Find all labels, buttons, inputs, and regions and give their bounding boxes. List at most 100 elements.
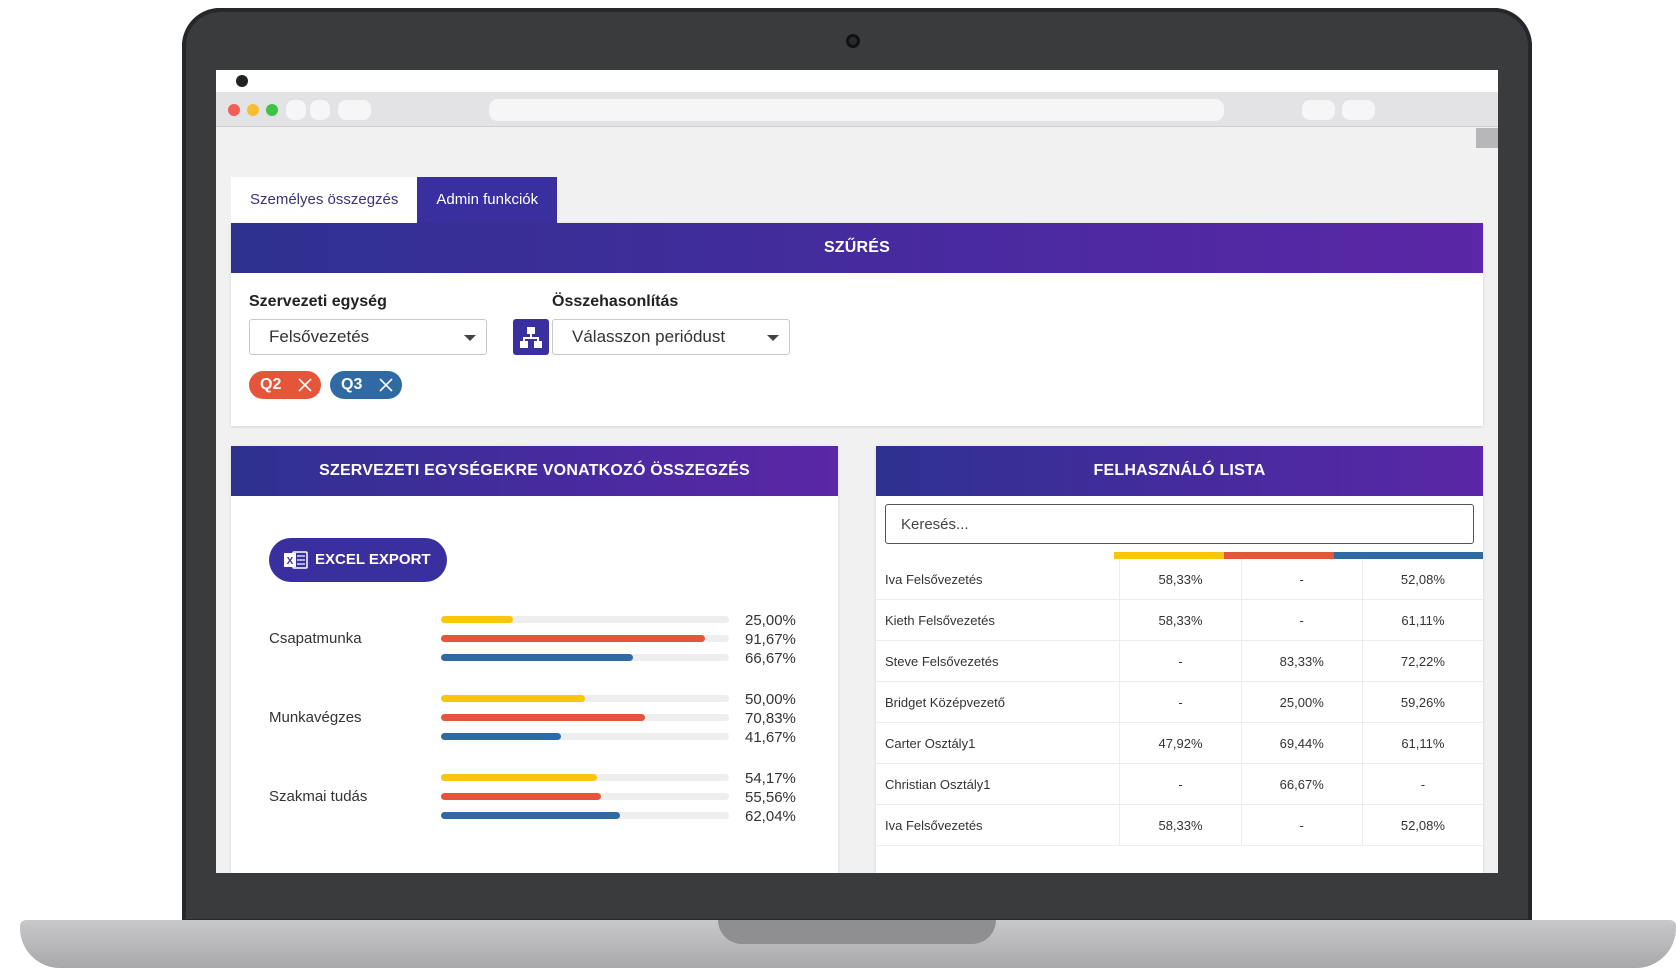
- window-minimize-button[interactable]: [247, 104, 259, 116]
- cell-value: -: [1240, 559, 1363, 600]
- close-icon[interactable]: [378, 377, 394, 393]
- cell-value: 58,33%: [1119, 599, 1242, 641]
- cell-value: -: [1119, 640, 1242, 682]
- table-row[interactable]: Carter Osztály1 47,92% 69,44% 61,11%: [876, 722, 1483, 764]
- window-close-button[interactable]: [228, 104, 240, 116]
- metric-value: 66,67%: [745, 650, 796, 667]
- cell-value: 72,22%: [1361, 640, 1483, 682]
- metric-label: Szakmai tudás: [269, 788, 368, 805]
- cell-value: 59,26%: [1361, 681, 1483, 723]
- cell-value: 66,67%: [1240, 763, 1363, 805]
- org-unit-value: Felsővezetés: [269, 327, 370, 346]
- metric-bar: [441, 793, 729, 800]
- search-input[interactable]: [885, 504, 1474, 544]
- column-color-stripe: [1114, 552, 1224, 559]
- user-name: Iva Felsővezetés: [876, 804, 1120, 846]
- user-list-title: FELHASZNÁLÓ LISTA: [876, 446, 1483, 496]
- period-select-placeholder: Válasszon periódust: [572, 327, 726, 346]
- cell-value: 52,08%: [1361, 804, 1483, 846]
- metric-value: 55,56%: [745, 789, 796, 806]
- forward-button[interactable]: [310, 100, 330, 120]
- os-status-dot: [236, 75, 248, 87]
- column-color-stripe: [1224, 552, 1334, 559]
- metric-bar-fill: [441, 654, 633, 661]
- tab-personal-summary[interactable]: Személyes összegzés: [231, 177, 418, 223]
- user-list-panel: FELHASZNÁLÓ LISTA Iva Felsővezetés 58,33…: [876, 446, 1483, 873]
- screen: Személyes összegzés Admin funkciók SZŰRÉ…: [216, 70, 1498, 873]
- chevron-down-icon: [464, 335, 476, 341]
- cell-value: -: [1240, 599, 1363, 641]
- cell-value: 61,11%: [1361, 722, 1483, 764]
- new-tab-button[interactable]: [1342, 100, 1375, 120]
- metric-bar: [441, 635, 729, 642]
- metric-bar: [441, 654, 729, 661]
- user-table: Iva Felsővezetés 58,33% - 52,08% Kieth F…: [876, 559, 1483, 846]
- close-icon[interactable]: [297, 377, 313, 393]
- scroll-fade: [231, 842, 838, 873]
- cell-value: -: [1240, 804, 1363, 846]
- cell-value: 52,08%: [1361, 559, 1483, 600]
- page-tabs: Személyes összegzés Admin funkciók: [231, 177, 558, 223]
- cell-value: -: [1119, 763, 1242, 805]
- svg-text:X: X: [287, 556, 294, 567]
- table-row[interactable]: Iva Felsővezetés 58,33% - 52,08%: [876, 559, 1483, 600]
- period-chip-q2: Q2: [249, 371, 321, 399]
- table-row[interactable]: Steve Felsővezetés - 83,33% 72,22%: [876, 640, 1483, 682]
- excel-export-button[interactable]: X EXCEL EXPORT: [269, 538, 447, 582]
- table-row[interactable]: Bridget Középvezető - 25,00% 59,26%: [876, 681, 1483, 723]
- org-chart-button[interactable]: [513, 319, 549, 355]
- chip-label: Q3: [341, 376, 363, 393]
- webcam-icon: [846, 34, 860, 48]
- metric-bar-fill: [441, 635, 705, 642]
- metric-value: 41,67%: [745, 729, 796, 746]
- table-row[interactable]: Iva Felsővezetés 58,33% - 52,08%: [876, 804, 1483, 846]
- table-row[interactable]: Christian Osztály1 - 66,67% -: [876, 763, 1483, 805]
- cell-value: 69,44%: [1240, 722, 1363, 764]
- user-name: Kieth Felsővezetés: [876, 599, 1120, 641]
- metric-bar: [441, 774, 729, 781]
- table-row[interactable]: Kieth Felsővezetés 58,33% - 61,11%: [876, 599, 1483, 641]
- laptop-notch: [718, 920, 996, 944]
- period-select[interactable]: Válasszon periódust: [552, 319, 790, 355]
- sidebar-toggle-button[interactable]: [338, 100, 371, 120]
- excel-export-label: EXCEL EXPORT: [315, 551, 431, 568]
- window-maximize-button[interactable]: [266, 104, 278, 116]
- metric-bar-fill: [441, 695, 585, 702]
- user-name: Iva Felsővezetés: [876, 559, 1120, 600]
- tab-admin-functions[interactable]: Admin funkciók: [417, 177, 558, 223]
- metric-value: 70,83%: [745, 710, 796, 727]
- user-name: Bridget Középvezető: [876, 681, 1120, 723]
- user-name: Carter Osztály1: [876, 722, 1120, 764]
- org-summary-panel: SZERVEZETI EGYSÉGEKRE VONATKOZÓ ÖSSZEGZÉ…: [231, 446, 838, 873]
- filter-panel: SZŰRÉS Szervezeti egység Felsővezetés Ös…: [231, 223, 1483, 426]
- period-chip-q3: Q3: [330, 371, 402, 399]
- address-bar[interactable]: [489, 99, 1224, 121]
- cell-value: -: [1119, 681, 1242, 723]
- metric-label: Csapatmunka: [269, 630, 362, 647]
- metric-bar-fill: [441, 616, 513, 623]
- metric-bar-fill: [441, 733, 561, 740]
- column-color-stripe: [1334, 552, 1483, 559]
- metric-bar: [441, 695, 729, 702]
- metric-value: 62,04%: [745, 808, 796, 825]
- filter-panel-title: SZŰRÉS: [231, 223, 1483, 273]
- back-button[interactable]: [286, 100, 306, 120]
- metric-bar-fill: [441, 774, 597, 781]
- metric-value: 91,67%: [745, 631, 796, 648]
- cell-value: 25,00%: [1240, 681, 1363, 723]
- org-unit-select[interactable]: Felsővezetés: [249, 319, 487, 355]
- comparison-label: Összehasonlítás: [552, 293, 679, 310]
- excel-icon: X: [284, 551, 308, 569]
- metric-value: 50,00%: [745, 691, 796, 708]
- cell-value: 47,92%: [1119, 722, 1242, 764]
- org-summary-title: SZERVEZETI EGYSÉGEKRE VONATKOZÓ ÖSSZEGZÉ…: [231, 446, 838, 496]
- org-unit-label: Szervezeti egység: [249, 293, 387, 310]
- metric-label: Munkavégzes: [269, 709, 362, 726]
- metric-bar-fill: [441, 793, 601, 800]
- scrollbar-thumb[interactable]: [1476, 128, 1498, 148]
- share-button[interactable]: [1302, 100, 1335, 120]
- metric-bar: [441, 812, 729, 819]
- metric-bar: [441, 733, 729, 740]
- scroll-fade: [876, 842, 1483, 873]
- cell-value: -: [1361, 763, 1483, 805]
